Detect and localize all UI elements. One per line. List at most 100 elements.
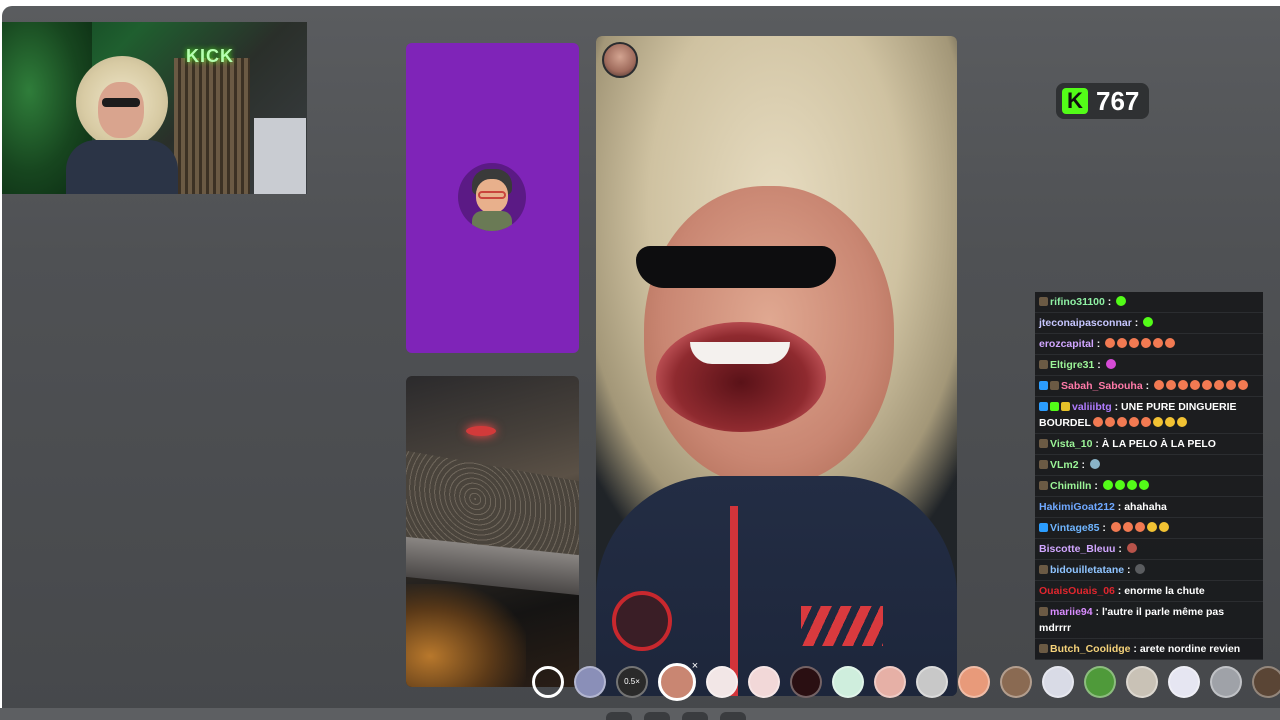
chat-emote-icon (1226, 380, 1237, 390)
viewer-count-badge: K 767 (1056, 83, 1150, 119)
filter-stars-button[interactable] (1168, 666, 1200, 698)
chat-emote-icon (1102, 480, 1113, 490)
bottom-controls (606, 712, 746, 720)
chat-username[interactable]: Butch_Coolidge (1050, 643, 1131, 655)
chat-message: Vintage85 : (1035, 518, 1263, 539)
chat-emote-icon (1165, 338, 1176, 348)
chat-message: VLm2 : (1035, 455, 1263, 476)
chat-emote-icon (1105, 359, 1116, 369)
chat-username[interactable]: erozcapital (1039, 338, 1094, 350)
chat-message: HakimiGoat212 : ahahaha (1035, 497, 1263, 518)
caller-avatar[interactable] (602, 42, 638, 78)
chat-text: enorme la chute (1124, 585, 1205, 597)
chat-username[interactable]: OuaisOuais_06 (1039, 585, 1115, 597)
chat-emote-icon (1126, 543, 1137, 553)
chat-badge-icon (1039, 481, 1048, 490)
filter-none-button[interactable] (532, 666, 564, 698)
chat-badge-icon (1039, 360, 1048, 369)
filter-shades-button[interactable] (916, 666, 948, 698)
filter-blush-face-button[interactable] (748, 666, 780, 698)
chat-emote-icon (1104, 417, 1115, 427)
chat-badge-icon (1039, 644, 1048, 653)
filter-orange-button[interactable] (958, 666, 990, 698)
chat-message: Chimilln : (1035, 476, 1263, 497)
filter-blur-button[interactable] (574, 666, 606, 698)
chat-username[interactable]: Vintage85 (1050, 522, 1099, 534)
chat-separator: : (1092, 438, 1102, 450)
chat-emote-icon (1138, 480, 1149, 490)
participant-tile-main-video[interactable] (596, 36, 957, 696)
filter-green-face-button[interactable] (832, 666, 864, 698)
brand-stripes (801, 606, 883, 646)
chat-emote-icon (1105, 338, 1116, 348)
filter-devil-button[interactable] (790, 666, 822, 698)
chat-badge-icon (1039, 402, 1048, 411)
participant-tile-car-video[interactable] (406, 376, 579, 687)
chat-emote-icon (1176, 417, 1187, 427)
club-crest (612, 591, 672, 651)
chat-badge-icon (1039, 381, 1048, 390)
chat-separator: : (1099, 522, 1109, 534)
remove-filter-icon[interactable]: × (689, 660, 701, 672)
chat-message: valiiibtg : UNE PURE DINGUERIE BOURDEL (1035, 397, 1263, 434)
chat-username[interactable]: valiiibtg (1072, 401, 1112, 413)
filter-horse-button[interactable] (1126, 666, 1158, 698)
chat-separator: : (1111, 401, 1122, 413)
chat-username[interactable]: rifino31100 (1050, 296, 1105, 308)
chat-badge-icon (1050, 402, 1059, 411)
wall-panel (174, 58, 250, 194)
filter-label: 0.5× (624, 677, 640, 686)
control-tab[interactable] (606, 712, 632, 720)
chat-username[interactable]: Chimilln (1050, 480, 1091, 492)
filter-robot-button[interactable] (1042, 666, 1074, 698)
chat-emote-icon (1146, 522, 1157, 532)
filter-white-face-button[interactable] (706, 666, 738, 698)
chat-emote-icon (1092, 417, 1103, 427)
filter-carousel[interactable]: 0.5× × (532, 658, 1280, 706)
chat-username[interactable]: Eltigre31 (1050, 359, 1094, 371)
chat-separator: : (1130, 643, 1140, 655)
chat-username[interactable]: HakimiGoat212 (1039, 501, 1115, 513)
chat-separator: : (1104, 296, 1115, 308)
chat-emote-icon (1141, 338, 1152, 348)
chat-emote-icon (1152, 417, 1163, 427)
chat-emote-icon (1089, 459, 1100, 469)
chat-username[interactable]: VLm2 (1050, 459, 1079, 471)
chat-emote-icon (1110, 522, 1121, 532)
filter-peach-button[interactable] (874, 666, 906, 698)
stream-canvas: KICK K 767 rifino31100: jteconaipasconn… (2, 6, 1280, 720)
filter-grey-button[interactable] (1210, 666, 1242, 698)
chat-emote-icon (1114, 480, 1125, 490)
control-tab[interactable] (644, 712, 670, 720)
participant-tile-avatar[interactable] (406, 43, 579, 353)
chat-separator: : (1078, 459, 1088, 471)
chat-message: jteconaipasconnar : (1035, 313, 1263, 334)
chat-username[interactable]: bidouilletatane (1050, 564, 1124, 576)
chat-emote-icon (1158, 522, 1169, 532)
filter-bigmouth-button[interactable]: × (658, 660, 698, 701)
chat-separator: : (1142, 380, 1153, 392)
chat-badge-icon (1039, 523, 1048, 532)
filter-puppy-button[interactable] (1000, 666, 1032, 698)
chat-username[interactable]: Sabah_Sabouha (1061, 380, 1143, 392)
chat-username[interactable]: Vista_10 (1050, 438, 1092, 450)
filter-alien-button[interactable] (1084, 666, 1116, 698)
chat-emote-icon (1153, 338, 1164, 348)
control-tab[interactable] (720, 712, 746, 720)
chat-username[interactable]: mariie94 (1050, 606, 1093, 618)
chat-username[interactable]: Biscotte_Bleuu (1039, 543, 1115, 555)
chat-separator: : (1114, 585, 1125, 597)
chat-emote-icon (1143, 317, 1154, 327)
chat-separator: : (1124, 564, 1134, 576)
filter-speed-button[interactable]: 0.5× (616, 666, 648, 698)
chat-emote-icon (1126, 480, 1137, 490)
control-tab[interactable] (682, 712, 708, 720)
chat-badge-icon (1061, 402, 1070, 411)
chat-badge-icon (1039, 439, 1048, 448)
filter-monkey-button[interactable] (1252, 666, 1280, 698)
chat-separator: : (1093, 338, 1104, 350)
chat-separator: : (1115, 543, 1125, 555)
chat-username[interactable]: jteconaipasconnar (1039, 317, 1132, 329)
chat-separator: : (1114, 501, 1125, 513)
chat-badge-icon (1039, 607, 1048, 616)
